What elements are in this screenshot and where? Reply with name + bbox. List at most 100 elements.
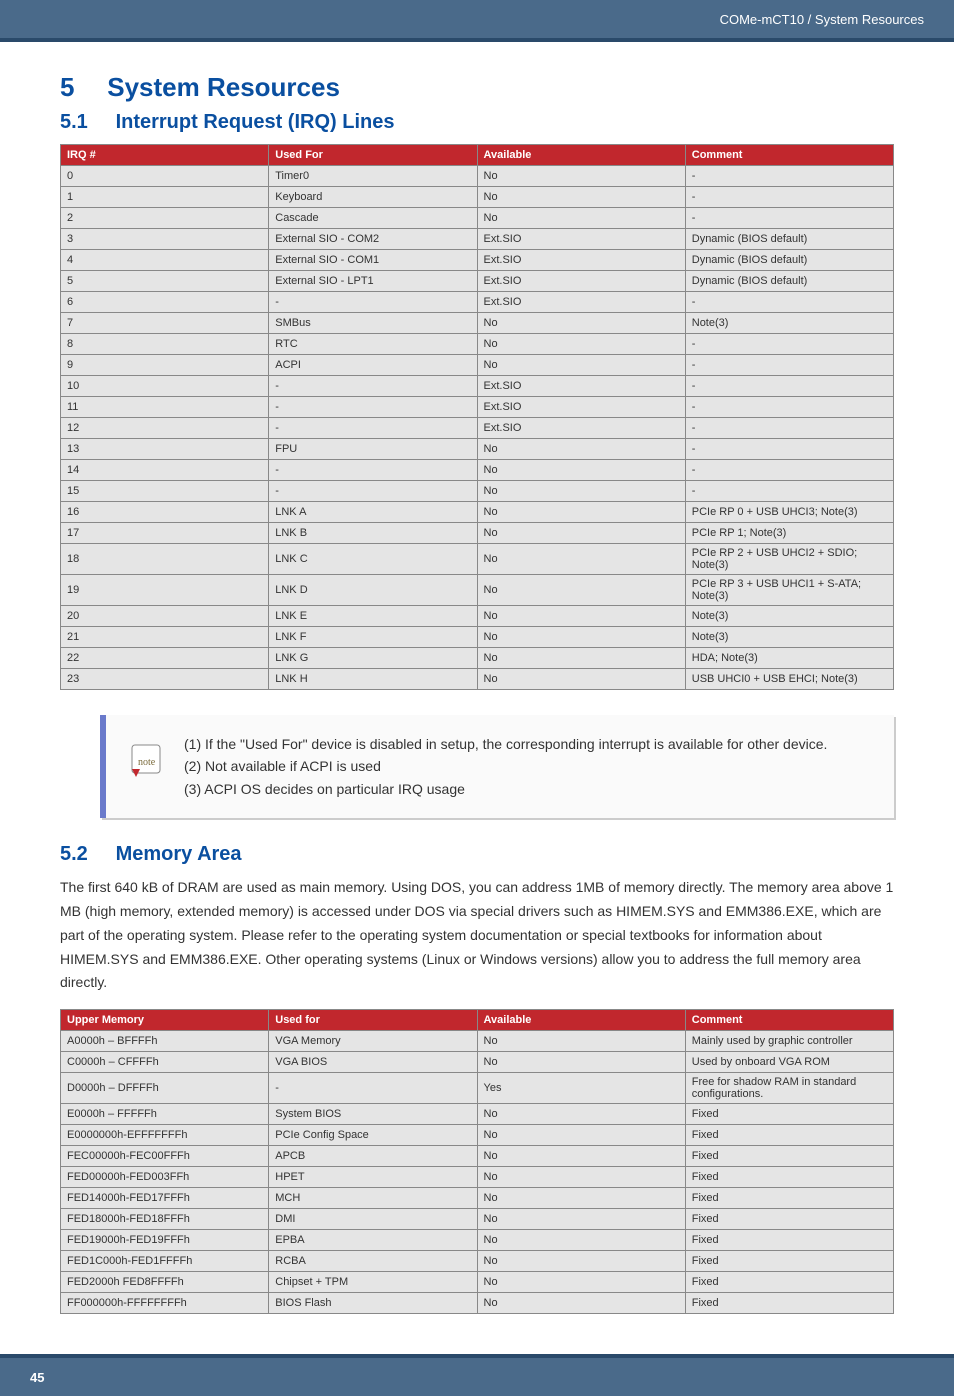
table-cell: - [685, 166, 893, 187]
table-row: 16LNK ANoPCIe RP 0 + USB UHCI3; Note(3) [61, 502, 894, 523]
note-box: note (1) If the "Used For" device is dis… [100, 715, 894, 818]
table-cell: Mainly used by graphic controller [685, 1031, 893, 1052]
table-cell: LNK D [269, 575, 477, 606]
table-cell: 3 [61, 229, 269, 250]
table-cell: - [685, 481, 893, 502]
table-cell: 13 [61, 439, 269, 460]
table-row: 6-Ext.SIO- [61, 292, 894, 313]
table-row: FEC00000h-FEC00FFFhAPCBNoFixed [61, 1146, 894, 1167]
table-cell: VGA Memory [269, 1031, 477, 1052]
table-row: 21LNK FNoNote(3) [61, 627, 894, 648]
table-cell: Fixed [685, 1251, 893, 1272]
table-cell: LNK F [269, 627, 477, 648]
section-5-1-heading: 5.1 Interrupt Request (IRQ) Lines [60, 111, 894, 134]
table-cell: Free for shadow RAM in standard configur… [685, 1073, 893, 1104]
table-row: FED1C000h-FED1FFFFhRCBANoFixed [61, 1251, 894, 1272]
table-cell: 6 [61, 292, 269, 313]
table-cell: Ext.SIO [477, 376, 685, 397]
table-cell: LNK C [269, 544, 477, 575]
section-title: Interrupt Request (IRQ) Lines [116, 111, 395, 133]
note-line-3: (3) ACPI OS decides on particular IRQ us… [184, 778, 827, 800]
table-cell: Ext.SIO [477, 229, 685, 250]
table-cell: Cascade [269, 208, 477, 229]
table-cell: No [477, 166, 685, 187]
table-cell: FPU [269, 439, 477, 460]
table-cell: 7 [61, 313, 269, 334]
table-cell: USB UHCI0 + USB EHCI; Note(3) [685, 669, 893, 690]
table-cell: - [269, 397, 477, 418]
table-cell: FED00000h-FED003FFh [61, 1167, 269, 1188]
table-row: 15-No- [61, 481, 894, 502]
table-cell: - [685, 187, 893, 208]
table-cell: LNK A [269, 502, 477, 523]
table-row: FED19000h-FED19FFFhEPBANoFixed [61, 1230, 894, 1251]
table-cell: 21 [61, 627, 269, 648]
table-cell: 23 [61, 669, 269, 690]
section-number: 5.2 [60, 843, 110, 866]
table-cell: 5 [61, 271, 269, 292]
table-cell: ACPI [269, 355, 477, 376]
table-cell: FEC00000h-FEC00FFFh [61, 1146, 269, 1167]
table-cell: No [477, 1293, 685, 1314]
table-cell: 11 [61, 397, 269, 418]
table-cell: HDA; Note(3) [685, 648, 893, 669]
table-row: 20LNK ENoNote(3) [61, 606, 894, 627]
table-row: 3External SIO - COM2Ext.SIODynamic (BIOS… [61, 229, 894, 250]
table-cell: - [685, 292, 893, 313]
page-content: 5 System Resources 5.1 Interrupt Request… [0, 42, 954, 1354]
table-cell: System BIOS [269, 1104, 477, 1125]
table-cell: - [685, 208, 893, 229]
table-cell: No [477, 648, 685, 669]
breadcrumb: COMe-mCT10 / System Resources [720, 12, 924, 27]
col-usedfor: Used For [269, 145, 477, 166]
table-row: 0Timer0No- [61, 166, 894, 187]
table-cell: DMI [269, 1209, 477, 1230]
table-cell: A0000h – BFFFFh [61, 1031, 269, 1052]
page-number: 45 [30, 1370, 44, 1385]
table-cell: - [269, 376, 477, 397]
section-number: 5.1 [60, 111, 110, 134]
table-cell: 18 [61, 544, 269, 575]
table-cell: E0000h – FFFFFh [61, 1104, 269, 1125]
table-cell: - [685, 439, 893, 460]
table-cell: HPET [269, 1167, 477, 1188]
table-cell: Ext.SIO [477, 250, 685, 271]
table-cell: External SIO - COM2 [269, 229, 477, 250]
table-row: 23LNK HNoUSB UHCI0 + USB EHCI; Note(3) [61, 669, 894, 690]
table-cell: D0000h – DFFFFh [61, 1073, 269, 1104]
table-cell: Note(3) [685, 627, 893, 648]
table-cell: No [477, 313, 685, 334]
table-cell: Used by onboard VGA ROM [685, 1052, 893, 1073]
table-cell: Fixed [685, 1209, 893, 1230]
table-cell: No [477, 544, 685, 575]
table-row: 22LNK GNoHDA; Note(3) [61, 648, 894, 669]
section-title: Memory Area [116, 843, 242, 865]
table-cell: FF000000h-FFFFFFFFh [61, 1293, 269, 1314]
table-row: D0000h – DFFFFh-YesFree for shadow RAM i… [61, 1073, 894, 1104]
table-header-row: Upper Memory Used for Available Comment [61, 1010, 894, 1031]
table-row: 11-Ext.SIO- [61, 397, 894, 418]
table-cell: BIOS Flash [269, 1293, 477, 1314]
chapter-title: System Resources [107, 72, 340, 102]
table-cell: No [477, 1052, 685, 1073]
table-cell: Ext.SIO [477, 397, 685, 418]
table-cell: 2 [61, 208, 269, 229]
table-cell: 19 [61, 575, 269, 606]
table-row: FED2000h FED8FFFFhChipset + TPMNoFixed [61, 1272, 894, 1293]
table-cell: 20 [61, 606, 269, 627]
table-cell: Dynamic (BIOS default) [685, 229, 893, 250]
table-cell: Fixed [685, 1230, 893, 1251]
table-cell: 10 [61, 376, 269, 397]
note-text: (1) If the "Used For" device is disabled… [184, 733, 827, 800]
table-row: 19LNK DNoPCIe RP 3 + USB UHCI1 + S-ATA; … [61, 575, 894, 606]
table-cell: LNK G [269, 648, 477, 669]
table-cell: Ext.SIO [477, 271, 685, 292]
table-row: A0000h – BFFFFhVGA MemoryNoMainly used b… [61, 1031, 894, 1052]
chapter-number: 5 [60, 72, 100, 103]
table-cell: Note(3) [685, 313, 893, 334]
page-footer: 45 [0, 1354, 954, 1396]
table-cell: EPBA [269, 1230, 477, 1251]
table-cell: No [477, 575, 685, 606]
table-cell: External SIO - COM1 [269, 250, 477, 271]
col-usedfor: Used for [269, 1010, 477, 1031]
